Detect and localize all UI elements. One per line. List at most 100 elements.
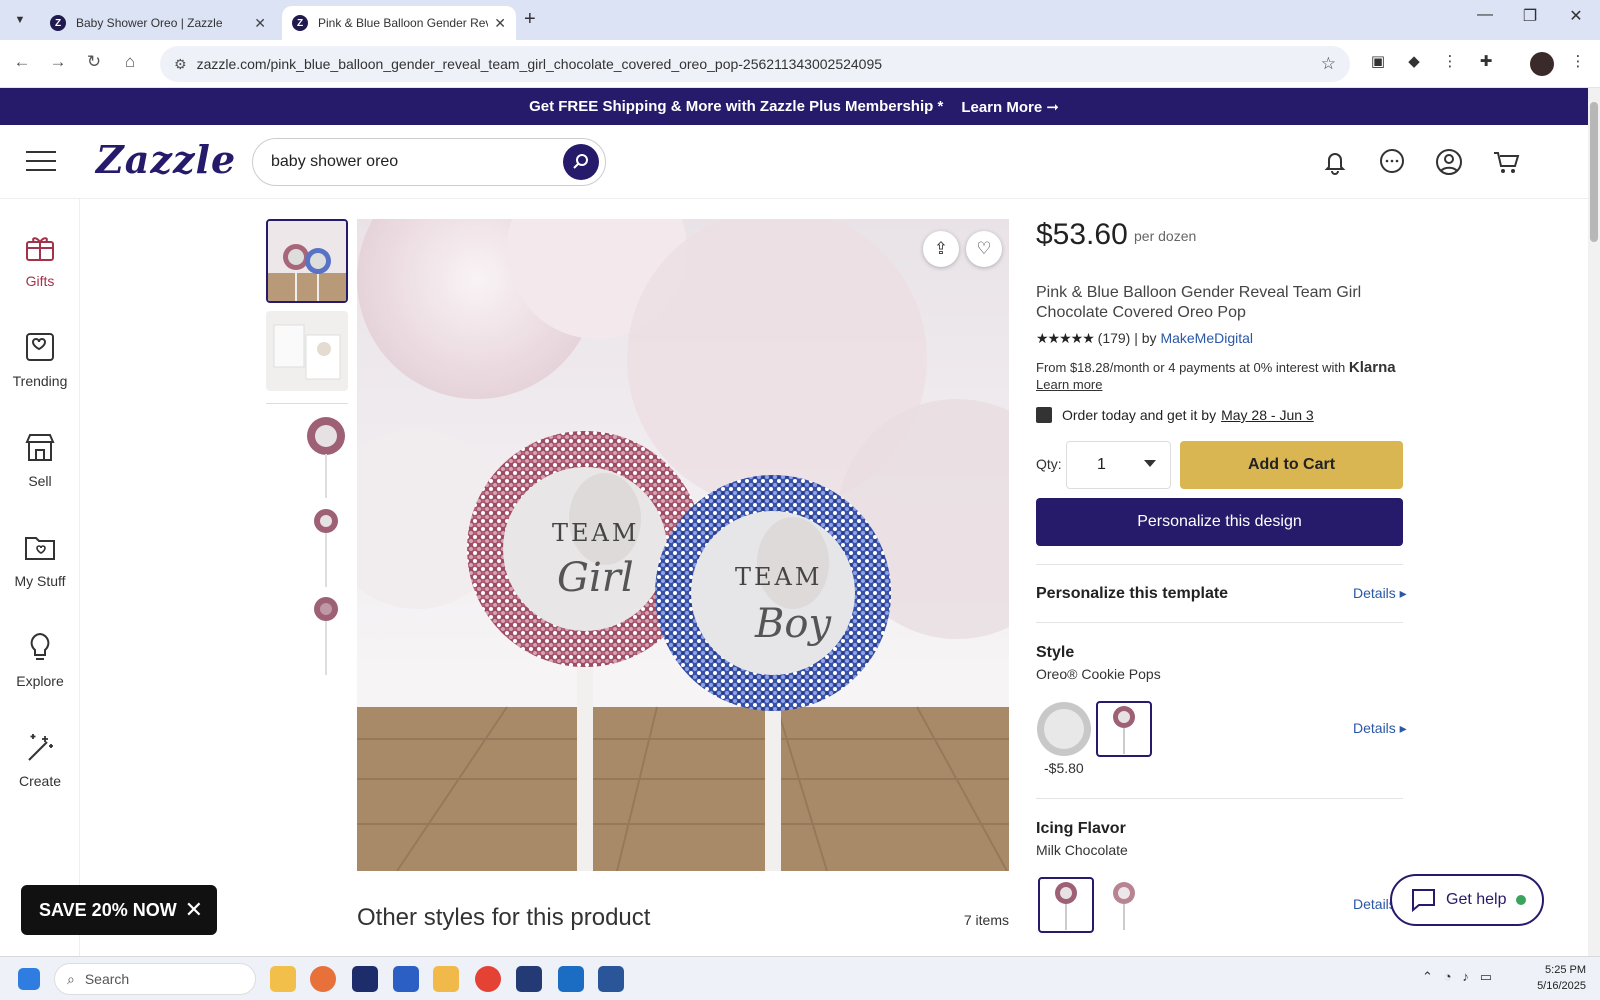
menu-icon[interactable] — [26, 151, 56, 171]
word-icon[interactable] — [598, 966, 624, 992]
favorite-heart-icon[interactable]: ♡ — [966, 231, 1002, 267]
site-header: Zazzle baby shower oreo — [0, 125, 1588, 199]
tab-product[interactable]: Z Pink & Blue Balloon Gender Reveal Team… — [282, 6, 516, 40]
search-button[interactable] — [563, 144, 599, 180]
rail-item-gifts[interactable]: Gifts — [0, 227, 80, 289]
back-icon[interactable]: ← — [10, 52, 34, 72]
left-pop-team-text: TEAM — [552, 519, 639, 547]
defender-shield-icon[interactable] — [393, 966, 419, 992]
qty-value: 1 — [1097, 456, 1106, 473]
thumbnail-pop-large[interactable] — [306, 416, 346, 505]
chrome-icon[interactable] — [475, 966, 501, 992]
chrome-menu-icon[interactable]: ⋮ — [1566, 52, 1590, 76]
main-product-image[interactable]: TEAM Girl TEAM Boy ⇪ ♡ — [357, 219, 1009, 871]
rail-item-explore[interactable]: Explore — [0, 627, 80, 689]
close-window-icon[interactable]: ✕ — [1556, 6, 1596, 26]
outlook-icon[interactable] — [558, 966, 584, 992]
rail-item-my-stuff[interactable]: My Stuff — [0, 527, 80, 589]
save-20-banner[interactable]: SAVE 20% NOW ✕ — [21, 885, 217, 935]
reload-icon[interactable]: ↻ — [82, 52, 106, 72]
quantity-select[interactable]: 1 — [1066, 441, 1171, 489]
promo-bar: Get FREE Shipping & More with Zazzle Plu… — [0, 88, 1588, 125]
icing-details-link[interactable]: Details — [1353, 896, 1393, 912]
rail-label: Trending — [12, 373, 68, 389]
personalize-template-title: Personalize this template — [1036, 585, 1229, 602]
bookmark-star-icon[interactable]: ☆ — [1321, 54, 1336, 74]
account-icon[interactable] — [1430, 143, 1468, 181]
style-swatch-oreo-pop[interactable] — [1096, 701, 1152, 757]
url-text: zazzle.com/pink_blue_balloon_gender_reve… — [196, 56, 883, 72]
close-tab-icon[interactable]: ✕ — [254, 15, 266, 32]
more-dots-extension-icon[interactable]: ⋮ — [1438, 52, 1462, 76]
divider — [1036, 564, 1403, 565]
image-extension-icon[interactable]: ▣ — [1366, 52, 1390, 76]
close-icon[interactable]: ✕ — [185, 897, 203, 923]
icing-flavor-value: Milk Chocolate — [1036, 842, 1128, 858]
icing-swatch-white-chocolate[interactable] — [1096, 877, 1152, 933]
site-info-icon[interactable]: ⚙ — [174, 56, 187, 73]
close-tab-icon[interactable]: ✕ — [494, 15, 506, 32]
rail-item-trending[interactable]: Trending — [0, 327, 80, 389]
windows-start-icon[interactable] — [18, 968, 40, 990]
forward-icon[interactable]: → — [46, 52, 70, 72]
get-help-button[interactable]: Get help — [1390, 874, 1544, 926]
date: 5/16/2025 — [1537, 980, 1586, 992]
tab-search-button[interactable]: ▼ — [8, 8, 32, 32]
review-count[interactable]: (179) — [1098, 330, 1131, 346]
scrollbar-thumb[interactable] — [1590, 102, 1598, 242]
thumbnail-card[interactable] — [266, 311, 348, 391]
icing-flavor-title: Icing Flavor — [1036, 820, 1126, 837]
icing-swatch-milk-chocolate[interactable] — [1038, 877, 1094, 933]
search-input[interactable]: baby shower oreo — [252, 138, 606, 186]
zazzle-logo[interactable]: Zazzle — [96, 137, 236, 182]
product-title: Pink & Blue Balloon Gender Reveal Team G… — [1036, 284, 1362, 321]
restore-icon[interactable]: ❐ — [1510, 6, 1550, 26]
right-pop-team-text: TEAM — [735, 563, 822, 591]
media-player-icon[interactable] — [433, 966, 459, 992]
klarna-logo: Klarna — [1348, 359, 1396, 376]
personalize-design-button[interactable]: Personalize this design — [1036, 498, 1403, 546]
rating-row: ★★★★★ (179) | by MakeMeDigital — [1036, 330, 1253, 347]
store-link[interactable]: MakeMeDigital — [1160, 330, 1253, 346]
remote-app-icon[interactable] — [352, 966, 378, 992]
delivery-date-link[interactable]: May 28 - Jun 3 — [1221, 407, 1314, 423]
share-icon[interactable]: ⇪ — [923, 231, 959, 267]
klarna-learn-more-link[interactable]: Learn more — [1036, 377, 1102, 392]
rail-label: Gifts — [25, 273, 55, 289]
thumbnail-pop-medium[interactable] — [306, 508, 346, 593]
chat-icon[interactable] — [1373, 143, 1411, 181]
add-to-cart-button[interactable]: Add to Cart — [1180, 441, 1403, 489]
style-swatch-oreo-cookie[interactable] — [1036, 701, 1092, 757]
template-details-link[interactable]: Details ▸ — [1353, 585, 1407, 602]
rail-item-sell[interactable]: Sell — [0, 427, 80, 489]
page-scrollbar[interactable] — [1588, 88, 1600, 956]
clock[interactable]: 5:25 PM 5/16/2025 — [1520, 962, 1586, 994]
rail-item-create[interactable]: Create — [0, 727, 80, 789]
puzzle-extensions-icon[interactable]: ✚ — [1474, 52, 1498, 76]
thumbnail-main[interactable] — [266, 219, 348, 303]
cart-icon[interactable] — [1487, 143, 1525, 181]
minimize-icon[interactable]: — — [1465, 6, 1505, 24]
taskbar-search[interactable]: ⌕ Search — [54, 963, 256, 995]
chevron-down-icon — [1144, 460, 1156, 467]
system-tray-icons[interactable]: ⌃ ◔ ♪ ▭ — [1422, 969, 1492, 985]
rating-stars[interactable]: ★★★★★ — [1036, 330, 1095, 346]
home-icon[interactable]: ⌂ — [118, 52, 142, 72]
new-tab-button[interactable]: + — [524, 8, 536, 31]
online-status-dot — [1516, 895, 1526, 905]
bell-icon[interactable] — [1316, 143, 1354, 181]
profile-avatar[interactable] — [1530, 52, 1554, 76]
address-bar[interactable]: ⚙ zazzle.com/pink_blue_balloon_gender_re… — [160, 46, 1350, 82]
tab-baby-shower-oreo[interactable]: Z Baby Shower Oreo | Zazzle ✕ — [40, 6, 276, 40]
firefox-icon[interactable] — [310, 966, 336, 992]
style-price-diff: -$5.80 — [1044, 760, 1084, 776]
details-label: Details — [1353, 585, 1396, 601]
pen-app-icon[interactable] — [516, 966, 542, 992]
zazzle-favicon: Z — [50, 15, 66, 31]
file-explorer-icon[interactable] — [270, 966, 296, 992]
promo-learn-more-link[interactable]: Learn More ➞ — [961, 98, 1059, 116]
thumbnail-pop-small[interactable] — [306, 596, 346, 681]
shield-extension-icon[interactable]: ◆ — [1402, 52, 1426, 76]
rail-label: My Stuff — [14, 573, 66, 589]
style-details-link[interactable]: Details ▸ — [1353, 720, 1407, 737]
